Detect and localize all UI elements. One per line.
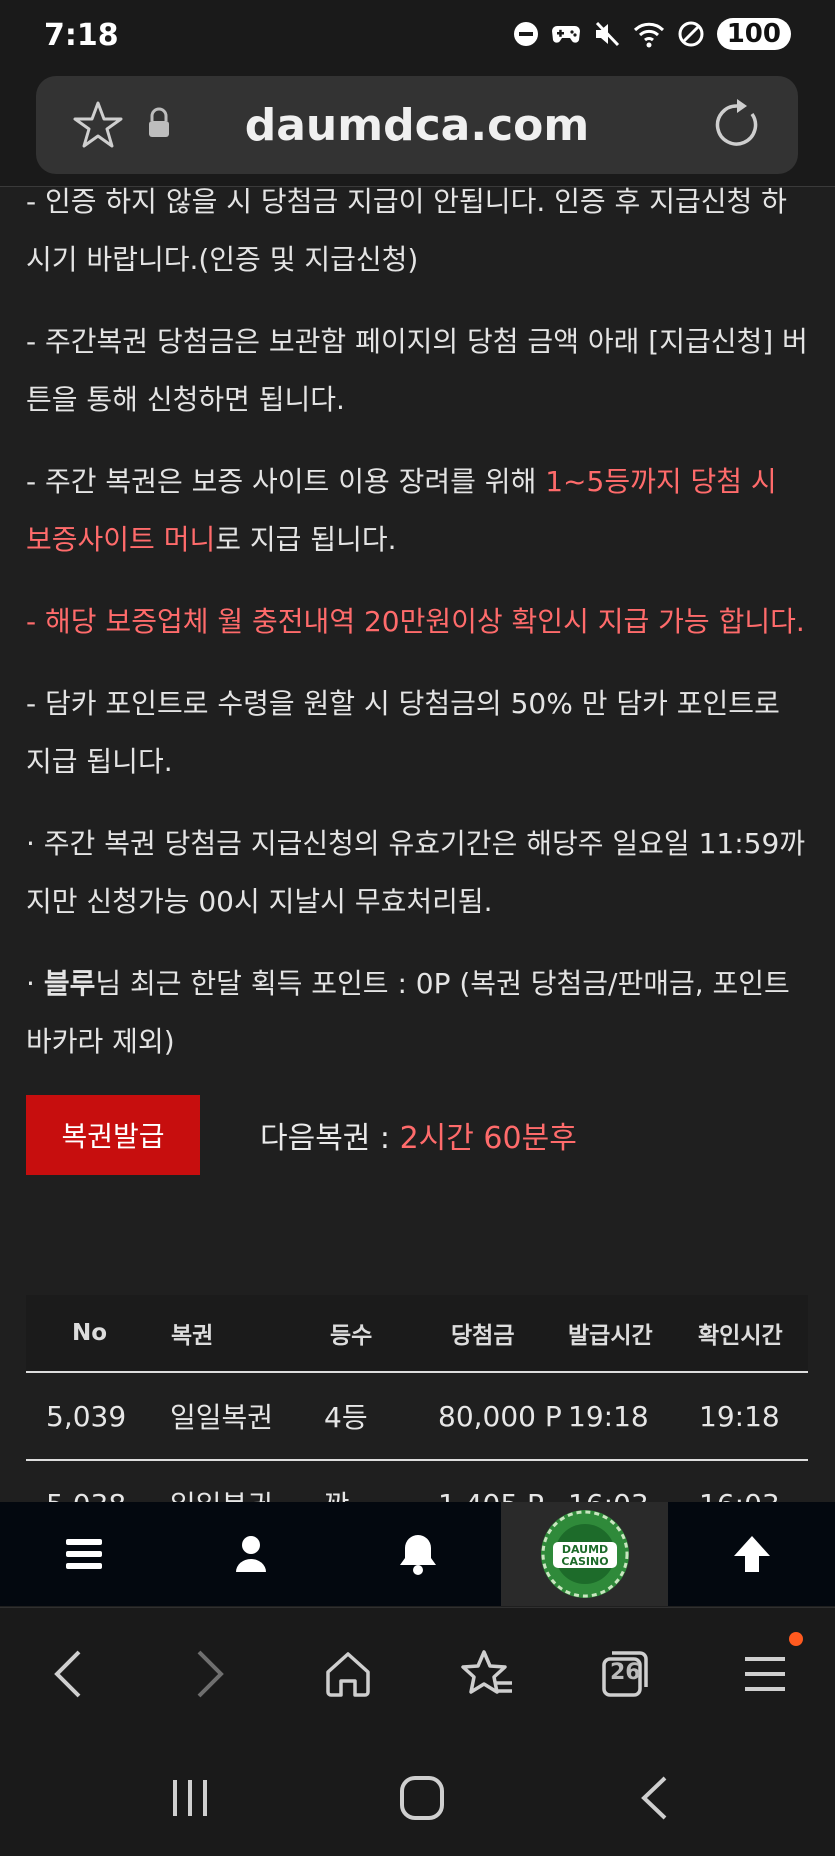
menu-icon: [745, 1657, 785, 1691]
back-system-button[interactable]: [594, 1740, 714, 1856]
daumd-casino-logo: DAUMD CASINO: [540, 1510, 629, 1598]
address-bar[interactable]: daumdca.com: [36, 76, 798, 174]
status-bar: 7:18 100: [0, 0, 835, 72]
tab-count: 26: [610, 1660, 641, 1685]
notice-paragraph-4: - 해당 보증업체 월 충전내역 20만원이상 확인시 지급 가능 합니다.: [26, 605, 805, 638]
user-name: 블루: [43, 967, 96, 1000]
next-lottery-time: 2시간 60분후: [399, 1121, 577, 1156]
cell-lottery: 일일복권: [170, 1461, 273, 1502]
scroll-top-button[interactable]: [668, 1502, 835, 1606]
hamburger-icon: [65, 1539, 102, 1569]
cell-no: 5,038: [46, 1461, 126, 1503]
bookmarks-button[interactable]: [427, 1608, 547, 1740]
arrow-up-icon: [733, 1536, 770, 1572]
column-header-checked: 확인시간: [698, 1323, 783, 1349]
forward-button[interactable]: [150, 1608, 270, 1740]
site-bottom-nav: DAUMD CASINO: [0, 1502, 835, 1606]
cell-issued: 19:18: [568, 1399, 649, 1433]
bookmark-list-icon: [461, 1650, 512, 1694]
url-text[interactable]: daumdca.com: [36, 100, 798, 151]
battery-indicator: 100: [716, 18, 791, 50]
do-not-disturb-icon: [513, 22, 538, 46]
column-header-no: No: [72, 1320, 108, 1346]
notice-paragraph-6: · 주간 복권 당첨금 지급신청의 유효기간은 해당주 일요일 11:59까지만…: [26, 827, 806, 918]
table-row[interactable]: 5,038 일일복권 꽝 1,405 P 16:03 16:03: [26, 1461, 808, 1503]
browser-menu-button[interactable]: [705, 1608, 825, 1740]
casino-logo-button[interactable]: DAUMD CASINO: [501, 1502, 668, 1606]
table-header: No 복권 등수 당첨금 발급시간 확인시간: [26, 1295, 808, 1373]
cell-prize: 1,405 P: [438, 1461, 544, 1503]
cell-rank: 꽝: [324, 1461, 350, 1502]
highlight-text: 해당 보증업체 월 충전내역 20만원이상 확인시 지급 가능 합니다.: [45, 605, 805, 638]
lottery-issue-row: 복권발급 다음복권 : 2시간 60분후: [26, 1095, 811, 1175]
cell-no: 5,039: [46, 1399, 127, 1433]
tabs-button[interactable]: 26: [565, 1608, 685, 1740]
notice-paragraph-5: - 담카 포인트로 수령을 원할 시 당첨금의 50% 만 담카 포인트로 지급…: [26, 687, 780, 778]
column-header-prize: 당첨금: [451, 1323, 515, 1349]
notice-content: - 인증 하지 않을 시 당첨금 지급이 안됩니다. 인증 후 지급신청 하시기…: [0, 187, 835, 1502]
next-lottery-info: 다음복권 : 2시간 60분후: [260, 1121, 577, 1156]
column-header-rank: 등수: [330, 1323, 373, 1349]
chevron-left-icon: [54, 1650, 81, 1698]
cell-prize: 80,000 P: [438, 1399, 562, 1433]
notification-button[interactable]: [334, 1502, 501, 1606]
home-system-button[interactable]: [362, 1740, 482, 1856]
column-header-lottery: 복권: [171, 1323, 214, 1349]
notification-dot: [789, 1632, 803, 1646]
mute-icon: [595, 21, 619, 47]
svg-text:CASINO: CASINO: [561, 1555, 608, 1568]
status-icons: 100: [513, 18, 791, 50]
wifi-icon: [633, 22, 664, 48]
notice-paragraph-7: · 블루님 최근 한달 획득 포인트 : 0P (복권 당첨금/판매금, 포인트…: [26, 967, 790, 1058]
cell-lottery: 일일복권: [170, 1401, 274, 1434]
home-button[interactable]: [288, 1608, 408, 1740]
cell-issued: 16:03: [568, 1461, 649, 1503]
lottery-table: No 복권 등수 당첨금 발급시간 확인시간 5,039 일일복권 4등 80,…: [26, 1295, 808, 1502]
cell-checked: 19:18: [699, 1399, 780, 1433]
reload-icon[interactable]: [712, 98, 762, 152]
home-circle-icon: [400, 1776, 444, 1820]
browser-toolbar: 26: [0, 1607, 835, 1740]
notice-paragraph-1: - 인증 하지 않을 시 당첨금 지급이 안됩니다. 인증 후 지급신청 하시기…: [26, 187, 787, 276]
back-button[interactable]: [8, 1608, 128, 1740]
user-button[interactable]: [167, 1502, 334, 1606]
column-header-issued: 발급시간: [568, 1323, 653, 1349]
browser-address-area: daumdca.com: [0, 72, 835, 187]
status-time: 7:18: [44, 18, 119, 53]
notice-body: - 인증 하지 않을 시 당첨금 지급이 안됩니다. 인증 후 지급신청 하시기…: [26, 187, 811, 1175]
home-icon: [326, 1652, 370, 1697]
system-nav-bar: [0, 1740, 835, 1856]
issue-lottery-button[interactable]: 복권발급: [26, 1095, 200, 1175]
screen: 7:18 100 daumdca.com - 인증 하지 않을 시 당첨금 지급…: [0, 0, 835, 1856]
chevron-left-icon: [641, 1776, 667, 1820]
notice-paragraph-3: - 주간 복권은 보증 사이트 이용 장려를 위해 1~5등까지 당첨 시 보증…: [26, 465, 777, 556]
recent-apps-icon: [173, 1780, 207, 1816]
user-icon: [235, 1536, 266, 1572]
gamepad-icon: [551, 26, 580, 43]
notice-paragraph-2: - 주간복권 당첨금은 보관함 페이지의 당첨 금액 아래 [지급신청] 버튼을…: [26, 325, 808, 416]
bell-icon: [399, 1535, 436, 1575]
recent-apps-button[interactable]: [130, 1740, 250, 1856]
cell-rank: 4등: [324, 1401, 368, 1434]
menu-button[interactable]: [0, 1502, 167, 1606]
blocked-icon: [678, 21, 704, 47]
table-row[interactable]: 5,039 일일복권 4등 80,000 P 19:18 19:18: [26, 1373, 808, 1461]
chevron-right-icon: [197, 1650, 224, 1698]
cell-checked: 16:03: [699, 1461, 780, 1503]
